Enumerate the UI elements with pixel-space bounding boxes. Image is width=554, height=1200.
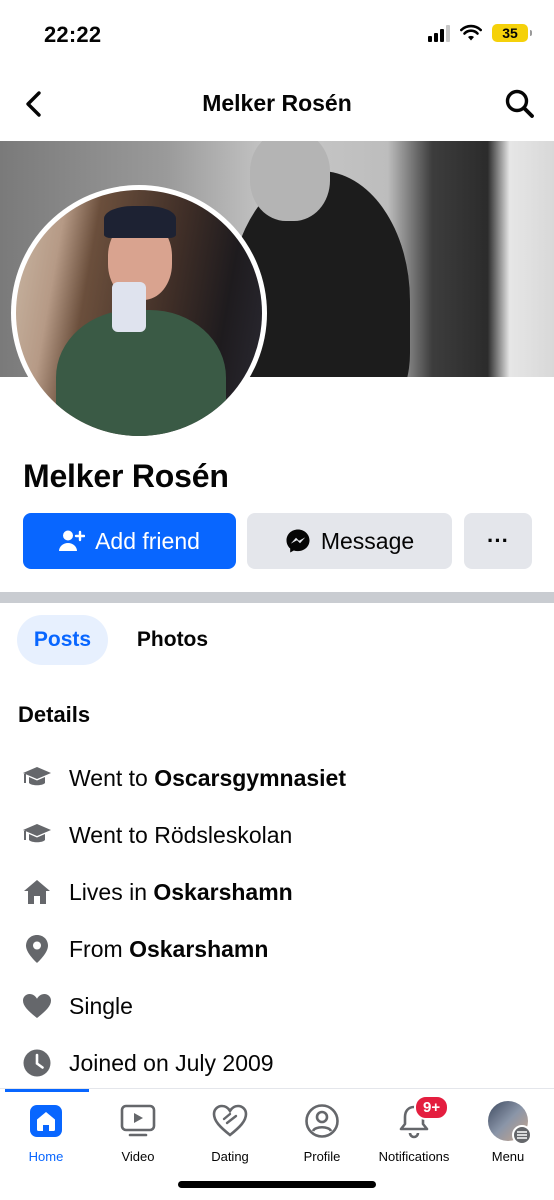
home-indicator [178,1181,376,1188]
detail-prefix: Single [69,992,133,1019]
tab-posts[interactable]: Posts [17,615,108,665]
detail-relationship: Single [18,986,133,1026]
location-pin-icon [18,933,56,965]
message-label: Message [320,527,415,554]
clock-icon [18,1047,56,1079]
detail-prefix: Went to Rödsleskolan [69,821,293,848]
graduation-cap-icon [18,762,56,794]
detail-prefix: Lives in [69,878,154,905]
graduation-cap-icon [18,819,56,851]
detail-lives-in: Lives in Oskarshamn [18,872,293,912]
add-friend-button[interactable]: Add friend [23,513,236,569]
detail-from: From Oskarshamn [18,929,268,969]
detail-value: Oskarshamn [153,878,293,905]
tabbar-label: Profile [303,1149,341,1164]
tabbar-label: Video [121,1149,155,1164]
tabbar-menu[interactable]: Menu [462,1101,554,1164]
messenger-icon [286,529,310,553]
message-button[interactable]: Message [247,513,452,569]
tabbar-label: Notifications [378,1149,450,1164]
tabbar-home[interactable]: Home [0,1101,92,1164]
tabbar-label: Menu [491,1149,525,1164]
battery-indicator: 35 [492,24,532,42]
tabbar-notifications[interactable]: 9+ Notifications [368,1095,460,1164]
status-icons: 35 [428,24,532,42]
add-friend-label: Add friend [95,527,200,554]
wifi-icon [460,24,482,41]
detail-prefix: Joined on July 2009 [69,1049,274,1076]
tab-photos[interactable]: Photos [120,615,225,665]
tabbar-label: Home [28,1149,64,1164]
add-friend-icon [59,530,86,551]
section-divider [0,592,554,603]
profile-name: Melker Rosén [23,458,229,494]
dating-heart-icon [210,1101,250,1141]
more-options-icon: ··· [487,528,509,553]
tabbar-profile[interactable]: Profile [276,1101,368,1164]
notification-badge: 9+ [414,1095,450,1120]
status-bar: 22:22 35 [0,0,554,70]
detail-prefix: From [69,935,130,962]
detail-value: Oskarshamn [129,935,269,962]
more-options-button[interactable]: ··· [464,513,532,569]
page-title: Melker Rosén [202,90,352,116]
details-heading: Details [18,702,91,727]
heart-icon [18,990,56,1022]
search-icon[interactable] [504,88,536,120]
detail-education-2: Went to Rödsleskolan [18,815,292,855]
tabbar-label: Dating [211,1149,249,1164]
home-icon [26,1101,66,1141]
home-icon [18,876,56,908]
profile-avatar[interactable] [11,185,267,441]
menu-avatar-icon [488,1101,532,1145]
detail-prefix: Went to [69,764,155,791]
cellular-signal-icon [428,24,450,42]
video-icon [118,1101,158,1141]
status-time: 22:22 [44,22,102,47]
profile-icon [302,1101,342,1141]
hamburger-icon [512,1125,532,1145]
detail-education-1: Went to Oscarsgymnasiet [18,758,346,798]
tabbar-dating[interactable]: Dating [184,1101,276,1164]
detail-value: Oscarsgymnasiet [154,764,347,791]
detail-joined: Joined on July 2009 [18,1043,274,1083]
tabbar-video[interactable]: Video [92,1101,184,1164]
nav-header: Melker Rosén [0,78,554,130]
active-tab-indicator [5,1089,89,1092]
